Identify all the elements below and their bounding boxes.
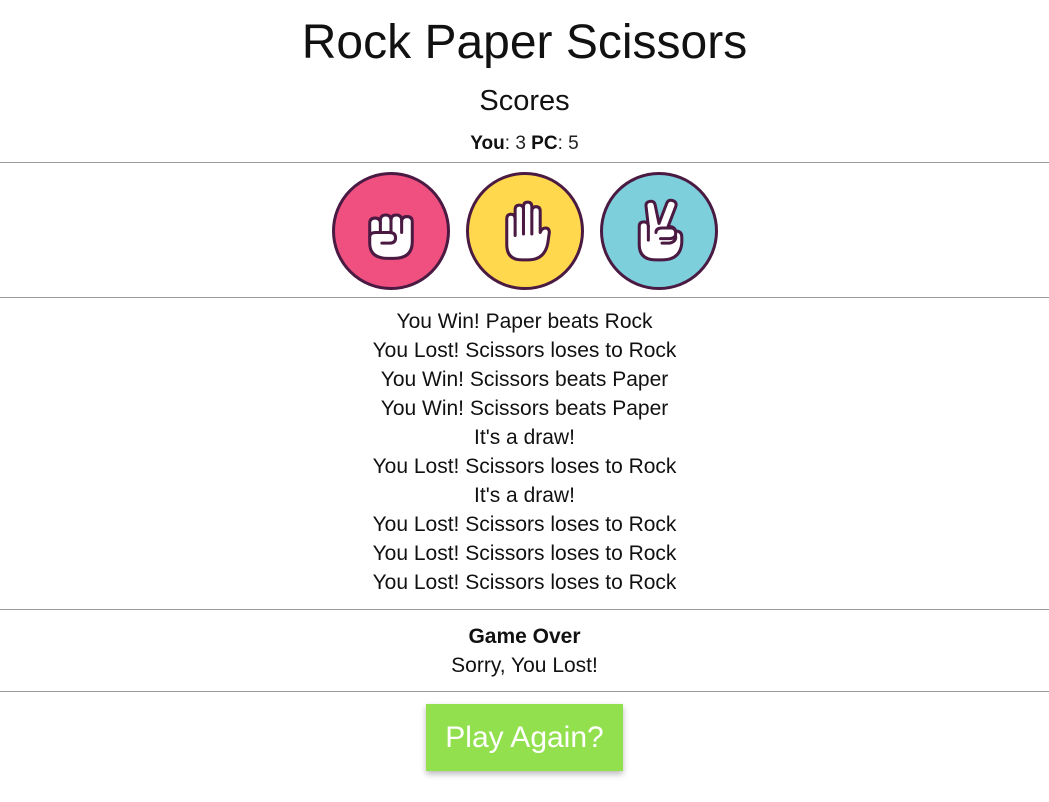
player-score-value: 3 (515, 133, 526, 154)
log-entry: You Win! Scissors beats Paper (380, 397, 669, 420)
log-entry: It's a draw! (474, 484, 575, 507)
log-entry: It's a draw! (474, 426, 575, 449)
player-score-label: You (470, 133, 505, 154)
game-page: Rock Paper Scissors Scores You: 3 PC: 5 (0, 0, 1049, 802)
log-entry: You Lost! Scissors loses to Rock (372, 455, 677, 478)
pc-score-value: 5 (568, 133, 579, 154)
log-entry: You Win! Scissors beats Paper (380, 368, 669, 391)
divider (0, 162, 1049, 163)
log-entry: You Win! Paper beats Rock (396, 310, 653, 333)
scores-heading: Scores (479, 85, 570, 117)
scissors-button[interactable] (599, 172, 718, 290)
divider (0, 691, 1049, 692)
choice-buttons (0, 172, 1049, 290)
log-entry: You Lost! Scissors loses to Rock (372, 542, 677, 565)
log-entry: You Lost! Scissors loses to Rock (372, 339, 677, 362)
pc-score-label: PC (531, 133, 558, 154)
score-line: You: 3 PC: 5 (470, 133, 579, 154)
peace-sign-icon (637, 198, 683, 262)
log-entry: You Lost! Scissors loses to Rock (372, 571, 677, 594)
rock-button[interactable] (331, 172, 450, 290)
page-title: Rock Paper Scissors (301, 16, 748, 69)
game-result: Game Over Sorry, You Lost! (0, 623, 1049, 680)
paper-button[interactable] (465, 172, 584, 290)
divider (0, 297, 1049, 298)
game-over-title: Game Over (468, 625, 581, 648)
divider (0, 609, 1049, 610)
game-over-message: Sorry, You Lost! (451, 654, 598, 677)
log-entry: You Lost! Scissors loses to Rock (372, 513, 677, 536)
play-again-button[interactable]: Play Again? (426, 704, 623, 771)
open-hand-icon (504, 200, 551, 262)
round-log: You Win! Paper beats Rock You Lost! Sciss… (0, 307, 1049, 597)
fist-icon (367, 213, 414, 260)
